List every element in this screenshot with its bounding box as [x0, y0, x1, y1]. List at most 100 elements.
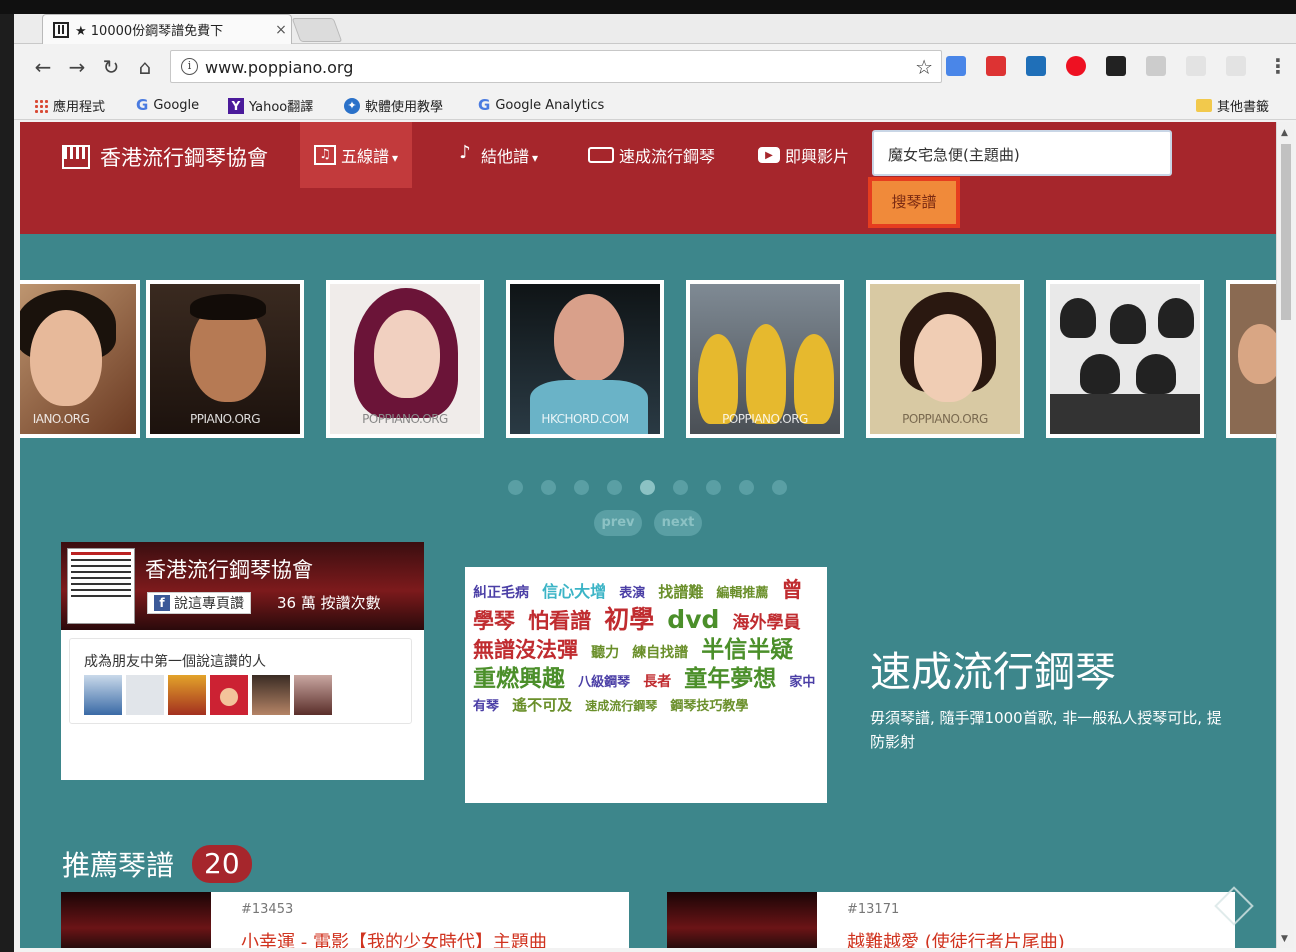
facebook-icon: f — [154, 595, 170, 611]
nav-item-guitar-score[interactable]: ♪ 結他譜 — [440, 122, 552, 188]
carousel-slide[interactable]: PPIANO.ORG — [146, 280, 304, 438]
home-icon[interactable]: ⌂ — [132, 54, 158, 80]
facebook-like-button[interactable]: f 說這專頁讚 — [147, 592, 251, 614]
opera-extension-icon[interactable] — [1066, 56, 1086, 76]
tag-link[interactable]: dvd — [667, 605, 719, 634]
tag-link[interactable]: 重燃興趣 — [473, 666, 565, 692]
bookmark-yahoo-translate[interactable]: Y Yahoo翻譯 — [228, 96, 313, 115]
avatar[interactable] — [168, 675, 206, 715]
bookmark-google-analytics[interactable]: G Google Analytics — [478, 96, 604, 114]
reload-icon[interactable]: ↻ — [98, 54, 124, 80]
url-text[interactable]: www.poppiano.org — [205, 58, 353, 77]
play-extension-icon[interactable] — [1106, 56, 1126, 76]
bookmarks-bar: 應用程式 G Google Y Yahoo翻譯 ✦ 軟體使用教學 G Googl… — [14, 90, 1296, 120]
bookmark-star-icon[interactable]: ☆ — [915, 55, 933, 79]
avatar[interactable] — [210, 675, 248, 715]
tag-link[interactable]: 糾正毛病 — [473, 585, 529, 601]
avatar[interactable] — [126, 675, 164, 715]
search-input[interactable]: 魔女宅急便(主題曲) — [872, 130, 1172, 176]
score-card[interactable]: #13171 越難越愛 (使徒行者片尾曲) — [667, 892, 1235, 948]
carousel-dot[interactable] — [508, 480, 523, 495]
tag-link[interactable]: 找譜難 — [658, 583, 703, 601]
address-bar[interactable]: i www.poppiano.org ☆ — [170, 50, 942, 83]
tag-link[interactable]: 信心大增 — [542, 582, 606, 601]
bookmark-other[interactable]: 其他書籤 — [1196, 96, 1269, 115]
tag-link[interactable]: 初學 — [604, 605, 654, 634]
piano-icon — [62, 145, 90, 169]
carousel-slide[interactable] — [1226, 280, 1276, 438]
video-icon: ▶ — [758, 147, 780, 163]
tag-link[interactable]: 遙不可及 — [512, 696, 572, 714]
keyboard-icon — [588, 147, 614, 163]
nav-item-staff-score[interactable]: ♫ 五線譜 — [300, 122, 413, 188]
scrollbar-thumb[interactable] — [1281, 144, 1291, 320]
info-icon[interactable]: i — [181, 58, 198, 75]
carousel-dot[interactable] — [607, 480, 622, 495]
tab-close-icon[interactable]: × — [271, 22, 291, 38]
text-extension-icon[interactable] — [1146, 56, 1166, 76]
nav-label: 結他譜 — [481, 143, 538, 167]
carousel-slide[interactable]: HKCHORD.COM — [506, 280, 664, 438]
facebook-page-name[interactable]: 香港流行鋼琴協會 — [145, 554, 313, 584]
site-brand[interactable]: 香港流行鋼琴協會 — [62, 142, 268, 172]
carousel-prev-button[interactable]: prev — [594, 510, 642, 536]
tag-link[interactable]: 童年夢想 — [684, 666, 776, 692]
scroll-up-icon[interactable]: ▲ — [1281, 128, 1288, 138]
carousel-slide[interactable]: POPPIANO.ORG — [866, 280, 1024, 438]
tag-cloud: 糾正毛病 信心大增 表演 找譜難 編輯推薦 曾學琴 怕看譜 初學 dvd 海外學… — [465, 567, 827, 803]
carousel-dots — [508, 480, 787, 495]
piano-favicon-icon — [53, 21, 69, 38]
browser-tab[interactable]: ★ 10000份鋼琴譜免費下 × — [42, 14, 292, 44]
tag-link[interactable]: 編輯推薦 — [716, 586, 768, 601]
carousel-dot[interactable] — [640, 480, 655, 495]
carousel-dot[interactable] — [706, 480, 721, 495]
carousel-dot[interactable] — [673, 480, 688, 495]
carousel-next-button[interactable]: next — [654, 510, 702, 536]
nav-item-quick-piano[interactable]: 速成流行鋼琴 — [574, 122, 729, 188]
tag-link[interactable]: 長者 — [643, 674, 671, 690]
tag-link[interactable]: 八級鋼琴 — [578, 675, 630, 690]
tag-link[interactable]: 聽力 — [591, 645, 619, 661]
bookmark-apps[interactable]: 應用程式 — [34, 96, 105, 115]
score-card[interactable]: #13453 小幸運 - 電影【我的少女時代】主題曲 — [61, 892, 629, 948]
search-button[interactable]: 搜琴譜 — [868, 177, 960, 228]
tag-link[interactable]: 怕看譜 — [528, 609, 591, 633]
carousel-dot[interactable] — [739, 480, 754, 495]
carousel-slide[interactable]: POPPIANO.ORG — [326, 280, 484, 438]
new-tab-button[interactable] — [291, 18, 343, 42]
book-extension-icon[interactable] — [986, 56, 1006, 76]
carousel-slide[interactable] — [1046, 280, 1204, 438]
tag-link[interactable]: 鋼琴技巧教學 — [670, 699, 748, 714]
avatar[interactable] — [294, 675, 332, 715]
scroll-down-icon[interactable]: ▼ — [1281, 934, 1288, 944]
tag-link[interactable]: 半信半疑 — [701, 637, 793, 663]
facebook-friends-panel: 成為朋友中第一個說這讚的人 — [69, 638, 412, 724]
forward-arrow-icon[interactable]: → — [64, 54, 90, 80]
carousel-slide[interactable]: IANO.ORG — [20, 280, 140, 438]
translate-extension-icon[interactable] — [946, 56, 966, 76]
s-extension-icon[interactable] — [1026, 56, 1046, 76]
pointer-extension-icon[interactable] — [1186, 56, 1206, 76]
carousel-dot[interactable] — [772, 480, 787, 495]
score-title[interactable]: 小幸運 - 電影【我的少女時代】主題曲 — [241, 928, 547, 948]
tag-link[interactable]: 無譜沒法彈 — [473, 638, 578, 662]
nav-label: 即興影片 — [785, 147, 850, 166]
check-extension-icon[interactable] — [1226, 56, 1246, 76]
score-title[interactable]: 越難越愛 (使徒行者片尾曲) — [847, 928, 1065, 948]
page-scrollbar[interactable]: ▲ ▼ — [1276, 122, 1294, 948]
bookmark-google[interactable]: G Google — [136, 96, 199, 114]
tag-link[interactable]: 表演 — [619, 586, 645, 601]
carousel-dot[interactable] — [541, 480, 556, 495]
avatar[interactable] — [252, 675, 290, 715]
carousel-slide[interactable]: POPPIANO.ORG — [686, 280, 844, 438]
back-arrow-icon[interactable]: ← — [30, 54, 56, 80]
tag-link[interactable]: 海外學員 — [732, 613, 800, 633]
bookmark-software-tutorial[interactable]: ✦ 軟體使用教學 — [344, 96, 443, 115]
avatar[interactable] — [84, 675, 122, 715]
menu-icon[interactable]: ⋮ — [1268, 54, 1288, 78]
facebook-page-thumbnail[interactable] — [67, 548, 135, 624]
carousel-dot[interactable] — [574, 480, 589, 495]
nav-item-videos[interactable]: ▶ 即興影片 — [744, 122, 863, 188]
tag-link[interactable]: 速成流行鋼琴 — [585, 699, 657, 713]
tag-link[interactable]: 練自找譜 — [632, 645, 688, 661]
